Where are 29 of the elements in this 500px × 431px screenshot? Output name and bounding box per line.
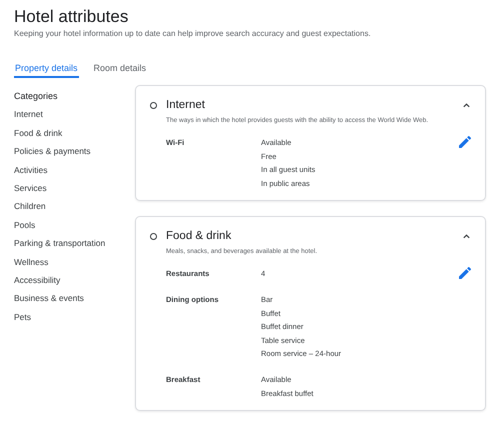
collapse-button[interactable] — [462, 100, 471, 110]
edit-button[interactable] — [459, 267, 471, 280]
category-link[interactable]: Internet — [14, 105, 135, 124]
sidebar-heading: Categories — [14, 90, 59, 103]
status-circle-icon — [150, 232, 157, 240]
collapse-button[interactable] — [462, 232, 471, 241]
status-circle-icon — [150, 102, 157, 108]
category-link[interactable]: Services — [14, 179, 135, 198]
category-link[interactable]: Pets — [14, 308, 135, 326]
category-link[interactable]: Activities — [14, 160, 135, 180]
tab[interactable]: Room details — [92, 56, 148, 78]
tab[interactable]: Property details — [14, 56, 79, 78]
category-link[interactable]: Business & events — [14, 289, 135, 308]
edit-icon — [459, 267, 471, 280]
section-title: Internet — [166, 98, 206, 113]
category-link[interactable]: Policies & payments — [14, 142, 135, 161]
category-link[interactable]: Accessibility — [14, 271, 135, 290]
category-link[interactable]: Children — [14, 197, 135, 216]
category-link[interactable]: Parking & transportation — [14, 234, 135, 253]
edit-button[interactable] — [459, 136, 471, 148]
page-title: Hotel attributes — [14, 6, 130, 28]
chevron-icon — [462, 100, 471, 110]
page-subtitle: Keeping your hotel information up to date can help improve search accuracy and guest expectations. — [14, 28, 372, 40]
edit-icon — [459, 136, 471, 148]
section-title: Food & drink — [166, 229, 232, 244]
chevron-icon — [462, 232, 471, 241]
category-link[interactable]: Food & drink — [14, 124, 135, 142]
category-link[interactable]: Wellness — [14, 252, 135, 272]
category-link[interactable]: Pools — [14, 216, 135, 234]
